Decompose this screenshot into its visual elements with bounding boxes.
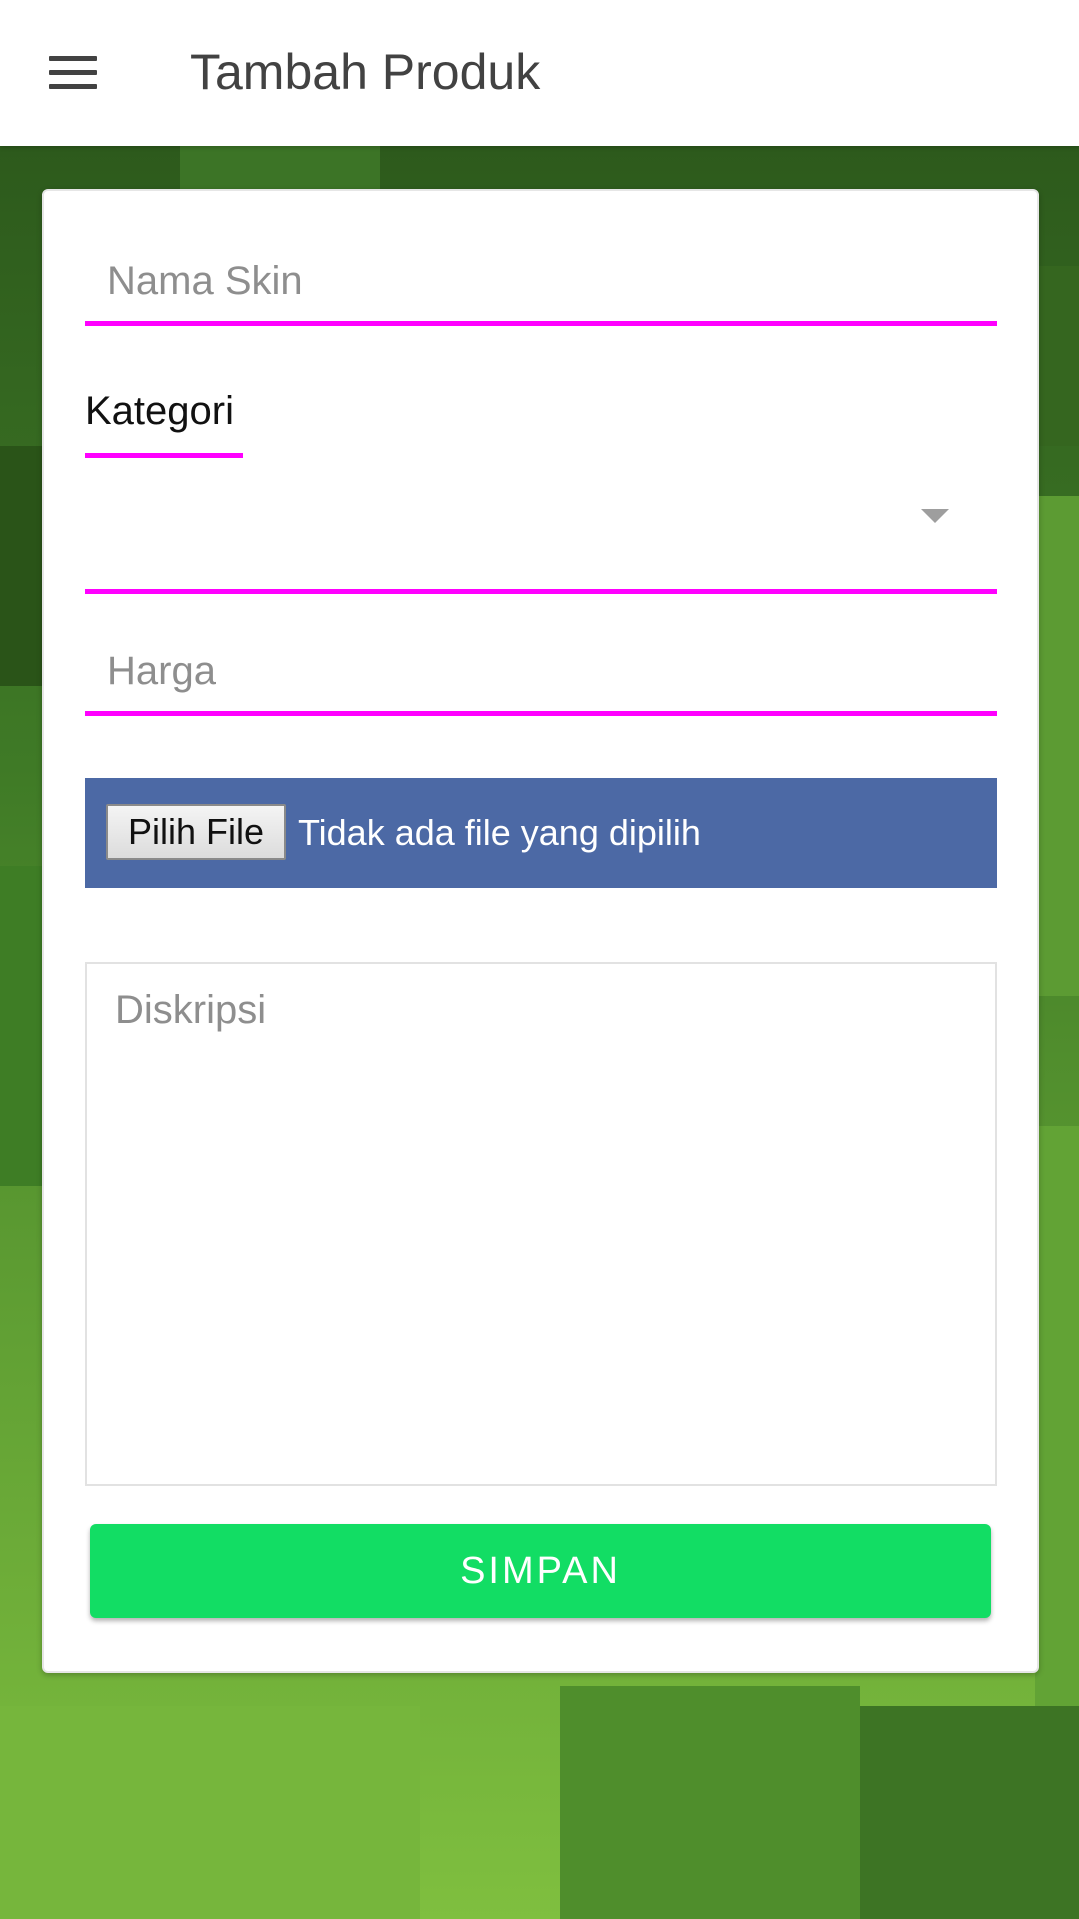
file-status-text: Tidak ada file yang dipilih: [298, 812, 701, 853]
product-form-card: Kategori Pilih File Tidak ada file yang …: [42, 189, 1039, 1673]
app-bar: Tambah Produk: [0, 0, 1079, 146]
page-title: Tambah Produk: [190, 44, 541, 100]
category-select-underline: [85, 589, 997, 594]
save-button[interactable]: SIMPAN: [90, 1524, 991, 1618]
price-input[interactable]: [85, 631, 997, 711]
category-label: Kategori: [85, 389, 234, 433]
name-input[interactable]: [85, 241, 997, 321]
choose-file-button[interactable]: Pilih File: [106, 804, 287, 860]
category-label-underline: [85, 453, 243, 458]
price-field: [85, 631, 997, 716]
caret-down-icon: [921, 509, 949, 523]
name-field: [85, 241, 997, 326]
category-select[interactable]: [85, 461, 997, 571]
hamburger-menu-icon[interactable]: [30, 40, 116, 106]
description-textarea[interactable]: [85, 962, 997, 1486]
price-field-underline: [85, 711, 997, 716]
name-field-underline: [85, 321, 997, 326]
file-upload: Pilih File Tidak ada file yang dipilih: [85, 778, 997, 888]
